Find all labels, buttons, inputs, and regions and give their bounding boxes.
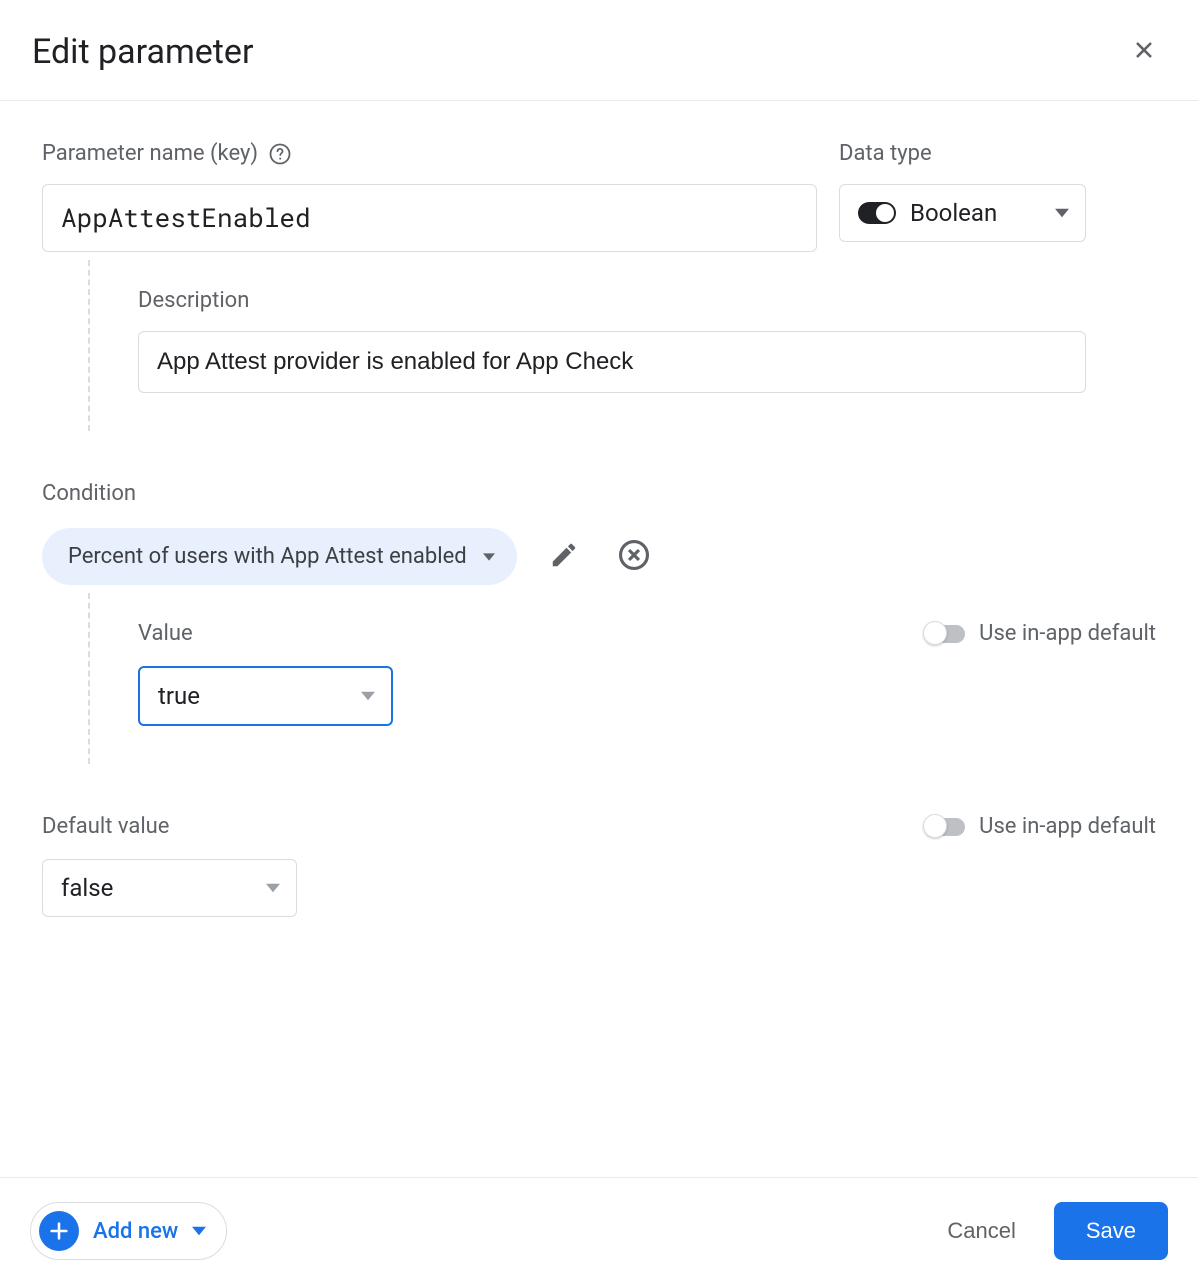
condition-value-text: true xyxy=(158,682,200,710)
data-type-select[interactable]: Boolean xyxy=(839,184,1086,242)
condition-value-block: Value Use in-app default true xyxy=(88,593,1156,764)
boolean-type-icon xyxy=(858,202,896,224)
close-icon xyxy=(1130,36,1158,68)
param-name-label: Parameter name (key) xyxy=(42,141,817,166)
edit-condition-button[interactable] xyxy=(543,534,585,580)
condition-use-default-label: Use in-app default xyxy=(979,621,1156,646)
cancel-button[interactable]: Cancel xyxy=(941,1204,1021,1258)
chevron-down-icon xyxy=(1055,206,1069,220)
dialog-title: Edit parameter xyxy=(32,32,253,72)
condition-value-header: Value Use in-app default xyxy=(138,621,1156,646)
default-use-default-label: Use in-app default xyxy=(979,814,1156,839)
default-value-text: false xyxy=(61,874,113,902)
edit-parameter-dialog: Edit parameter Parameter name (key) Data… xyxy=(0,0,1198,1286)
param-name-input[interactable] xyxy=(42,184,817,252)
param-name-label-text: Parameter name (key) xyxy=(42,141,258,166)
default-value-label: Default value xyxy=(42,814,169,839)
data-type-group: Data type Boolean xyxy=(839,141,1086,242)
help-icon[interactable] xyxy=(268,142,292,166)
value-label: Value xyxy=(138,621,193,646)
param-name-group: Parameter name (key) xyxy=(42,141,817,252)
close-button[interactable] xyxy=(1122,28,1166,76)
remove-condition-button[interactable] xyxy=(611,532,657,582)
plus-icon xyxy=(39,1211,79,1251)
pencil-icon xyxy=(549,540,579,574)
add-new-label: Add new xyxy=(93,1219,178,1244)
chevron-down-icon xyxy=(483,551,495,563)
top-row: Parameter name (key) Data type Boolean xyxy=(42,141,1156,252)
default-use-default-switch[interactable]: Use in-app default xyxy=(927,814,1156,839)
condition-row: Percent of users with App Attest enabled xyxy=(42,528,1156,585)
footer-actions: Cancel Save xyxy=(941,1202,1168,1260)
add-new-button[interactable]: Add new xyxy=(30,1202,227,1260)
data-type-label: Data type xyxy=(839,141,1086,166)
description-label: Description xyxy=(138,288,1156,313)
description-input[interactable] xyxy=(138,331,1086,393)
condition-section-label: Condition xyxy=(42,481,1156,506)
dialog-header: Edit parameter xyxy=(0,0,1198,101)
save-button[interactable]: Save xyxy=(1054,1202,1168,1260)
close-circle-icon xyxy=(617,538,651,576)
default-value-header: Default value Use in-app default xyxy=(42,814,1156,839)
dialog-footer: Add new Cancel Save xyxy=(0,1177,1198,1286)
condition-use-default-switch[interactable]: Use in-app default xyxy=(927,621,1156,646)
default-value-select[interactable]: false xyxy=(42,859,297,917)
data-type-value: Boolean xyxy=(910,199,997,227)
switch-icon xyxy=(927,625,965,643)
chevron-down-icon xyxy=(192,1224,206,1238)
description-block: Description xyxy=(88,260,1156,431)
dialog-content: Parameter name (key) Data type Boolean xyxy=(0,101,1198,1177)
switch-icon xyxy=(927,818,965,836)
condition-chip[interactable]: Percent of users with App Attest enabled xyxy=(42,528,517,585)
condition-value-select[interactable]: true xyxy=(138,666,393,726)
condition-chip-text: Percent of users with App Attest enabled xyxy=(68,544,467,569)
chevron-down-icon xyxy=(361,689,375,703)
chevron-down-icon xyxy=(266,881,280,895)
